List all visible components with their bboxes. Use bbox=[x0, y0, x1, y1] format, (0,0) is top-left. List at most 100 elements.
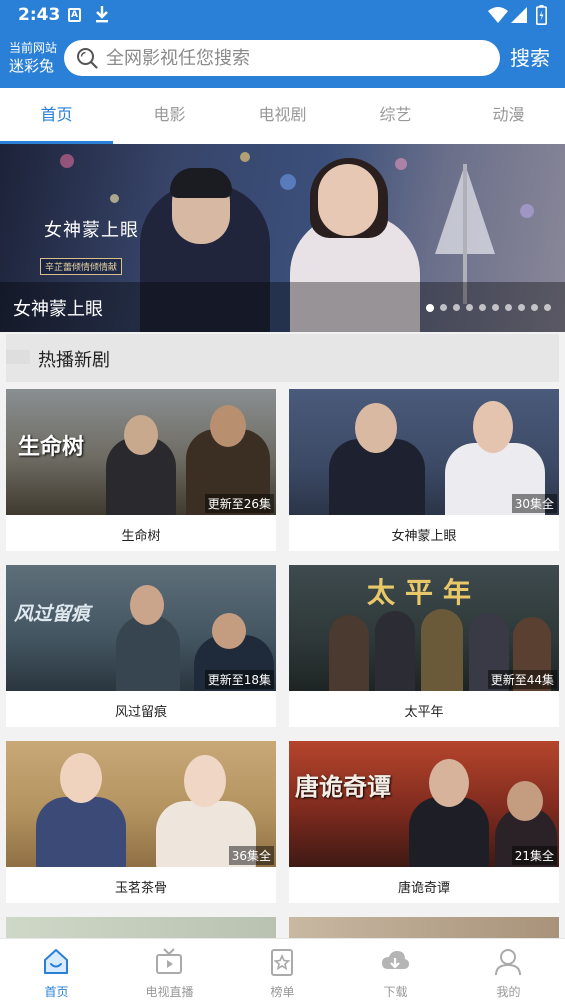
banner-dot[interactable] bbox=[466, 304, 473, 311]
section-title: 热播新剧 bbox=[38, 350, 110, 371]
banner-title: 女神蒙上眼 bbox=[13, 299, 103, 320]
ranking-icon bbox=[271, 949, 293, 976]
poster-title: 太平年 bbox=[367, 576, 482, 609]
show-poster: 生命树 更新至26集 bbox=[6, 389, 276, 515]
show-name: 唐诡奇谭 bbox=[397, 881, 450, 896]
show-name: 生命树 bbox=[121, 529, 161, 544]
category-tabs: 首页 电影 电视剧 综艺 动漫 bbox=[0, 88, 565, 144]
poster-face bbox=[212, 613, 246, 649]
banner-actress-face bbox=[318, 164, 378, 236]
signal-icon bbox=[511, 7, 527, 23]
notification-a-icon: A bbox=[68, 8, 81, 22]
episode-badge: 更新至44集 bbox=[487, 670, 557, 689]
poster-face bbox=[210, 405, 246, 447]
show-poster: 太平年 更新至44集 bbox=[289, 565, 559, 691]
banner-logo-tag: 辛芷蕾倾情倾情献 bbox=[40, 258, 123, 275]
show-card[interactable]: 36集全 玉茗茶骨 bbox=[6, 741, 276, 903]
poster-face bbox=[130, 585, 164, 625]
poster-face bbox=[507, 781, 543, 821]
search-button[interactable]: 搜索 bbox=[510, 44, 550, 72]
poster-figure bbox=[375, 611, 415, 691]
poster-face bbox=[473, 401, 513, 453]
nav-label: 下载 bbox=[383, 985, 408, 999]
bokeh-light bbox=[395, 158, 407, 170]
download-notification-icon bbox=[96, 6, 108, 23]
status-bar: 2:43 A bbox=[0, 0, 565, 32]
bokeh-light bbox=[110, 194, 119, 203]
bokeh-light bbox=[280, 174, 296, 190]
current-site[interactable]: 当前网站 迷彩兔 bbox=[9, 40, 65, 76]
banner-actor-hair bbox=[170, 168, 232, 198]
show-card[interactable]: 风过留痕 更新至18集 风过留痕 bbox=[6, 565, 276, 727]
nav-label: 首页 bbox=[44, 985, 69, 999]
episode-badge: 更新至26集 bbox=[204, 494, 274, 513]
poster-figure bbox=[116, 615, 180, 691]
banner-dot[interactable] bbox=[440, 304, 447, 311]
app-screen: 2:43 A 当前网站 迷彩兔 搜索 首页 电影 bbox=[0, 0, 565, 1004]
poster-face bbox=[355, 403, 397, 453]
wifi-icon bbox=[488, 7, 508, 23]
show-poster: 风过留痕 更新至18集 bbox=[6, 565, 276, 691]
nav-tv-live[interactable]: 电视直播 bbox=[113, 939, 226, 1004]
episode-badge: 21集全 bbox=[511, 846, 557, 865]
banner-dot[interactable] bbox=[479, 304, 486, 311]
show-name: 玉茗茶骨 bbox=[114, 881, 167, 896]
banner-dot[interactable] bbox=[518, 304, 525, 311]
poster-figure bbox=[329, 615, 369, 691]
banner-dot[interactable] bbox=[531, 304, 538, 311]
cloud-download-icon bbox=[382, 951, 409, 969]
show-card[interactable]: 30集全 女神蒙上眼 bbox=[289, 389, 559, 551]
nav-label: 我的 bbox=[496, 985, 521, 999]
banner-dot[interactable] bbox=[426, 303, 434, 312]
show-card[interactable]: 太平年 更新至44集 太平年 bbox=[289, 565, 559, 727]
banner-show-logo: 女神蒙上眼 bbox=[44, 220, 139, 241]
show-card[interactable]: 生命树 更新至26集 生命树 bbox=[6, 389, 276, 551]
poster-face bbox=[124, 415, 158, 455]
status-time: 2:43 bbox=[18, 5, 61, 25]
banner-dot[interactable] bbox=[453, 304, 460, 311]
search-box[interactable] bbox=[64, 40, 500, 76]
tab-home[interactable]: 首页 bbox=[0, 88, 113, 144]
nav-label: 电视直播 bbox=[145, 985, 194, 999]
home-icon bbox=[44, 949, 68, 974]
banner-pagination bbox=[426, 303, 551, 312]
user-icon bbox=[495, 949, 521, 976]
poster-figure bbox=[409, 797, 489, 867]
search-input[interactable] bbox=[106, 44, 486, 72]
poster-title: 唐诡奇谭 bbox=[295, 772, 391, 801]
tab-variety[interactable]: 综艺 bbox=[339, 88, 452, 144]
nav-download[interactable]: 下载 bbox=[339, 939, 452, 1004]
tab-movies[interactable]: 电影 bbox=[113, 88, 226, 144]
banner-dot[interactable] bbox=[544, 304, 551, 311]
poster-face bbox=[429, 759, 469, 807]
show-poster: 30集全 bbox=[289, 389, 559, 515]
banner-dot[interactable] bbox=[492, 304, 499, 311]
tv-icon bbox=[156, 948, 182, 974]
banner-dot[interactable] bbox=[505, 304, 512, 311]
show-name: 太平年 bbox=[404, 705, 444, 720]
bottom-navigation: 首页 电视直播 榜单 下载 我的 bbox=[0, 938, 565, 1004]
poster-figure bbox=[36, 797, 126, 867]
show-card-partial[interactable] bbox=[289, 917, 559, 938]
tab-anime[interactable]: 动漫 bbox=[452, 88, 565, 144]
poster-face bbox=[184, 755, 226, 807]
show-poster: 36集全 bbox=[6, 741, 276, 867]
show-card[interactable]: 唐诡奇谭 21集全 唐诡奇谭 bbox=[289, 741, 559, 903]
nav-label: 榜单 bbox=[270, 985, 295, 999]
tab-tv-series[interactable]: 电视剧 bbox=[226, 88, 339, 144]
nav-profile[interactable]: 我的 bbox=[452, 939, 565, 1004]
show-card-partial[interactable] bbox=[6, 917, 276, 938]
section-marker bbox=[6, 350, 30, 364]
poster-face bbox=[60, 753, 102, 803]
episode-badge: 36集全 bbox=[228, 846, 274, 865]
bokeh-light bbox=[240, 152, 250, 162]
search-icon bbox=[77, 48, 98, 69]
poster-figure bbox=[421, 609, 463, 691]
show-poster: 唐诡奇谭 21集全 bbox=[289, 741, 559, 867]
nav-home[interactable]: 首页 bbox=[0, 939, 113, 1004]
featured-banner[interactable]: 女神蒙上眼 辛芷蕾倾情倾情献 女神蒙上眼 bbox=[0, 144, 565, 332]
section-header: 热播新剧 bbox=[6, 334, 559, 382]
bokeh-light bbox=[520, 204, 534, 218]
nav-ranking[interactable]: 榜单 bbox=[226, 939, 339, 1004]
show-name: 风过留痕 bbox=[114, 705, 167, 720]
